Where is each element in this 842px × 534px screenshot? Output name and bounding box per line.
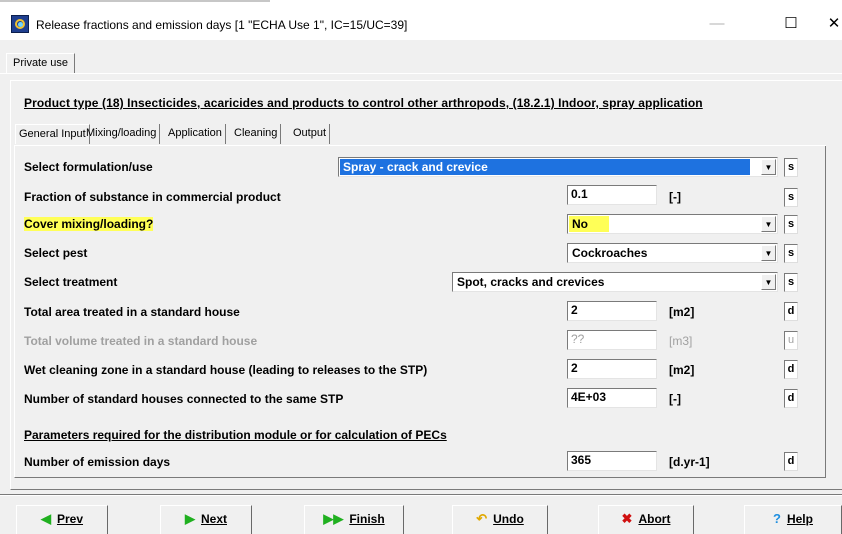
fraction-unit: [-] [669, 190, 681, 204]
tab-cleaning[interactable]: Cleaning [231, 124, 282, 144]
fraction-flag: s [784, 188, 798, 207]
maximize-button[interactable]: ☐ [776, 14, 806, 36]
formulation-label: Select formulation/use [24, 160, 153, 174]
treatment-flag: s [784, 273, 798, 292]
help-label: Help [786, 512, 813, 526]
treatment-label: Select treatment [24, 275, 118, 289]
total-area-unit: [m2] [669, 305, 695, 319]
pest-select[interactable]: Cockroaches ▼ [567, 243, 778, 263]
close-button[interactable]: ✕ [826, 14, 842, 36]
undo-button[interactable]: ↶ Undo [452, 505, 548, 534]
tab-application[interactable]: Application [165, 124, 226, 144]
cover-mixing-flag: s [784, 215, 798, 234]
tab-output[interactable]: Output [290, 124, 331, 144]
top-strip [0, 0, 842, 4]
tab-general-input[interactable]: General Input [15, 124, 90, 144]
formulation-select[interactable]: Spray - crack and crevice ▼ [338, 157, 778, 177]
num-houses-label: Number of standard houses connected to t… [24, 392, 344, 406]
total-area-flag: d [784, 302, 798, 321]
num-houses-input[interactable]: 4E+03 [567, 388, 657, 408]
wet-cleaning-label: Wet cleaning zone in a standard house (l… [24, 363, 428, 377]
abort-x-icon: ✖ [621, 511, 633, 526]
num-houses-unit: [-] [669, 392, 681, 406]
cover-mixing-value: No [569, 216, 609, 232]
minimize-button[interactable]: — [702, 14, 732, 36]
fraction-label: Fraction of substance in commercial prod… [24, 190, 281, 204]
chevron-down-icon[interactable]: ▼ [761, 245, 776, 261]
total-volume-label: Total volume treated in a standard house [24, 334, 258, 348]
undo-icon: ↶ [476, 511, 488, 526]
finish-button[interactable]: ▶▶ Finish [304, 505, 404, 534]
app-globe-icon [11, 15, 29, 33]
chevron-down-icon[interactable]: ▼ [761, 216, 776, 232]
fast-forward-icon: ▶▶ [323, 511, 344, 526]
total-volume-unit: [m3] [669, 334, 693, 348]
emission-days-flag: d [784, 452, 798, 471]
next-button[interactable]: ▶ Next [160, 505, 252, 534]
title-bar: Release fractions and emission days [1 "… [0, 12, 842, 38]
arrow-left-icon: ◀ [40, 511, 51, 526]
tab-mixing-loading[interactable]: Mixing/loading [83, 124, 161, 144]
total-area-label: Total area treated in a standard house [24, 305, 240, 319]
wet-cleaning-flag: d [784, 360, 798, 379]
abort-label: Abort [638, 512, 671, 526]
cover-mixing-select[interactable]: No ▼ [567, 214, 778, 234]
fraction-input[interactable]: 0.1 [567, 185, 657, 205]
tab-divider [0, 73, 842, 74]
top-strip-bar [0, 0, 270, 2]
abort-button[interactable]: ✖ Abort [598, 505, 694, 534]
pest-value: Cockroaches [572, 246, 648, 260]
help-button[interactable]: ? Help [744, 505, 842, 534]
chevron-down-icon[interactable]: ▼ [761, 159, 776, 175]
treatment-value: Spot, cracks and crevices [457, 275, 605, 289]
product-type-heading: Product type (18) Insecticides, acaricid… [24, 96, 703, 110]
pest-label: Select pest [24, 246, 88, 260]
tab-private-use[interactable]: Private use [6, 53, 76, 73]
emission-days-unit: [d.yr-1] [669, 455, 710, 469]
emission-days-input[interactable]: 365 [567, 451, 657, 471]
top-tab-row [0, 40, 842, 70]
distribution-section-heading: Parameters required for the distribution… [24, 428, 447, 442]
footer-divider-highlight [0, 495, 842, 496]
num-houses-flag: d [784, 389, 798, 408]
treatment-select[interactable]: Spot, cracks and crevices ▼ [452, 272, 778, 292]
prev-button[interactable]: ◀ Prev [16, 505, 108, 534]
cover-mixing-label: Cover mixing/loading? [24, 217, 154, 231]
total-area-input[interactable]: 2 [567, 301, 657, 321]
help-question-icon: ? [773, 511, 781, 526]
undo-label: Undo [493, 512, 524, 526]
formulation-flag: s [784, 158, 798, 177]
total-volume-flag: u [784, 331, 798, 350]
wet-cleaning-unit: [m2] [669, 363, 695, 377]
wet-cleaning-input[interactable]: 2 [567, 359, 657, 379]
finish-label: Finish [349, 512, 385, 526]
window-title: Release fractions and emission days [1 "… [36, 18, 408, 32]
formulation-value: Spray - crack and crevice [340, 159, 750, 175]
arrow-right-icon: ▶ [184, 511, 195, 526]
next-label: Next [200, 512, 227, 526]
chevron-down-icon[interactable]: ▼ [761, 274, 776, 290]
total-volume-input: ?? [567, 330, 657, 350]
emission-days-label: Number of emission days [24, 455, 171, 469]
pest-flag: s [784, 244, 798, 263]
prev-label: Prev [56, 512, 84, 526]
